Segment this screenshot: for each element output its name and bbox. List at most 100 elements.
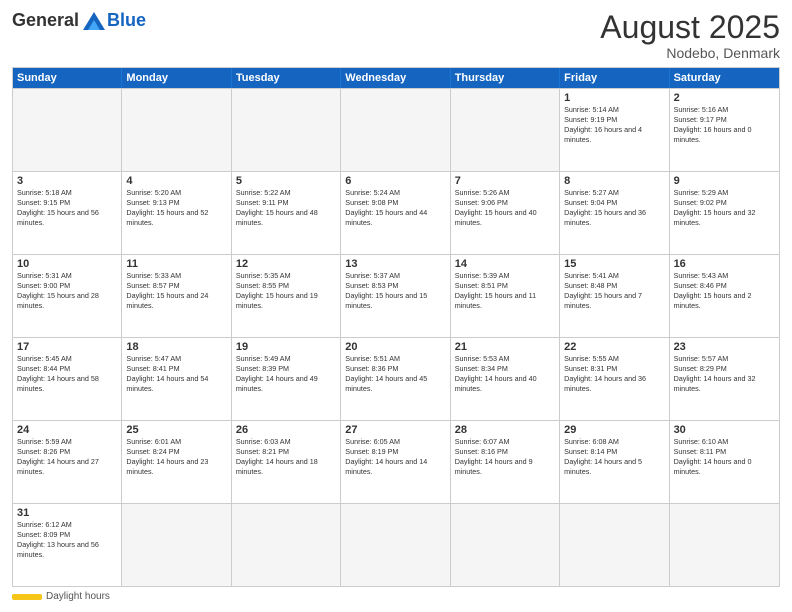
day-info: Sunrise: 5:27 AM Sunset: 9:04 PM Dayligh… xyxy=(564,188,664,228)
day-number: 28 xyxy=(455,424,555,436)
calendar-week-2: 10Sunrise: 5:31 AM Sunset: 9:00 PM Dayli… xyxy=(13,254,779,337)
day-number: 13 xyxy=(345,258,445,270)
day-number: 6 xyxy=(345,175,445,187)
day-info: Sunrise: 6:05 AM Sunset: 8:19 PM Dayligh… xyxy=(345,437,445,477)
table-row: 19Sunrise: 5:49 AM Sunset: 8:39 PM Dayli… xyxy=(232,338,341,420)
table-row: 24Sunrise: 5:59 AM Sunset: 8:26 PM Dayli… xyxy=(13,421,122,503)
day-number: 8 xyxy=(564,175,664,187)
day-info: Sunrise: 6:08 AM Sunset: 8:14 PM Dayligh… xyxy=(564,437,664,477)
table-row: 23Sunrise: 5:57 AM Sunset: 8:29 PM Dayli… xyxy=(670,338,779,420)
day-info: Sunrise: 5:39 AM Sunset: 8:51 PM Dayligh… xyxy=(455,271,555,311)
header-friday: Friday xyxy=(560,68,669,88)
day-number: 31 xyxy=(17,507,117,519)
day-number: 10 xyxy=(17,258,117,270)
day-number: 20 xyxy=(345,341,445,353)
day-number: 2 xyxy=(674,92,775,104)
table-row: 12Sunrise: 5:35 AM Sunset: 8:55 PM Dayli… xyxy=(232,255,341,337)
calendar-week-4: 24Sunrise: 5:59 AM Sunset: 8:26 PM Dayli… xyxy=(13,420,779,503)
day-number: 30 xyxy=(674,424,775,436)
table-row xyxy=(341,89,450,171)
day-number: 1 xyxy=(564,92,664,104)
day-info: Sunrise: 5:37 AM Sunset: 8:53 PM Dayligh… xyxy=(345,271,445,311)
header-thursday: Thursday xyxy=(451,68,560,88)
day-info: Sunrise: 5:31 AM Sunset: 9:00 PM Dayligh… xyxy=(17,271,117,311)
daylight-bar-icon xyxy=(12,592,42,602)
day-info: Sunrise: 5:22 AM Sunset: 9:11 PM Dayligh… xyxy=(236,188,336,228)
table-row: 10Sunrise: 5:31 AM Sunset: 9:00 PM Dayli… xyxy=(13,255,122,337)
table-row xyxy=(670,504,779,586)
day-info: Sunrise: 6:07 AM Sunset: 8:16 PM Dayligh… xyxy=(455,437,555,477)
table-row: 2Sunrise: 5:16 AM Sunset: 9:17 PM Daylig… xyxy=(670,89,779,171)
header-sunday: Sunday xyxy=(13,68,122,88)
header-tuesday: Tuesday xyxy=(232,68,341,88)
day-info: Sunrise: 5:41 AM Sunset: 8:48 PM Dayligh… xyxy=(564,271,664,311)
day-number: 23 xyxy=(674,341,775,353)
day-number: 16 xyxy=(674,258,775,270)
day-info: Sunrise: 5:24 AM Sunset: 9:08 PM Dayligh… xyxy=(345,188,445,228)
table-row: 16Sunrise: 5:43 AM Sunset: 8:46 PM Dayli… xyxy=(670,255,779,337)
table-row: 7Sunrise: 5:26 AM Sunset: 9:06 PM Daylig… xyxy=(451,172,560,254)
day-number: 15 xyxy=(564,258,664,270)
logo-blue: Blue xyxy=(107,10,146,31)
calendar-body: 1Sunrise: 5:14 AM Sunset: 9:19 PM Daylig… xyxy=(13,88,779,586)
table-row: 5Sunrise: 5:22 AM Sunset: 9:11 PM Daylig… xyxy=(232,172,341,254)
daylight-hours-label: Daylight hours xyxy=(46,591,110,602)
day-info: Sunrise: 5:14 AM Sunset: 9:19 PM Dayligh… xyxy=(564,105,664,145)
day-number: 24 xyxy=(17,424,117,436)
day-info: Sunrise: 5:45 AM Sunset: 8:44 PM Dayligh… xyxy=(17,354,117,394)
day-number: 18 xyxy=(126,341,226,353)
table-row xyxy=(560,504,669,586)
day-number: 3 xyxy=(17,175,117,187)
table-row xyxy=(451,504,560,586)
title-area: August 2025 Nodebo, Denmark xyxy=(600,10,780,61)
logo-icon xyxy=(83,12,105,30)
calendar-header: Sunday Monday Tuesday Wednesday Thursday… xyxy=(13,68,779,88)
day-info: Sunrise: 5:18 AM Sunset: 9:15 PM Dayligh… xyxy=(17,188,117,228)
table-row: 15Sunrise: 5:41 AM Sunset: 8:48 PM Dayli… xyxy=(560,255,669,337)
day-info: Sunrise: 5:57 AM Sunset: 8:29 PM Dayligh… xyxy=(674,354,775,394)
day-info: Sunrise: 5:59 AM Sunset: 8:26 PM Dayligh… xyxy=(17,437,117,477)
day-number: 17 xyxy=(17,341,117,353)
day-info: Sunrise: 5:43 AM Sunset: 8:46 PM Dayligh… xyxy=(674,271,775,311)
day-number: 14 xyxy=(455,258,555,270)
table-row: 13Sunrise: 5:37 AM Sunset: 8:53 PM Dayli… xyxy=(341,255,450,337)
calendar-week-1: 3Sunrise: 5:18 AM Sunset: 9:15 PM Daylig… xyxy=(13,171,779,254)
location-title: Nodebo, Denmark xyxy=(600,45,780,61)
table-row xyxy=(232,89,341,171)
day-info: Sunrise: 5:20 AM Sunset: 9:13 PM Dayligh… xyxy=(126,188,226,228)
header-saturday: Saturday xyxy=(670,68,779,88)
header-wednesday: Wednesday xyxy=(341,68,450,88)
table-row xyxy=(232,504,341,586)
table-row xyxy=(122,89,231,171)
table-row: 8Sunrise: 5:27 AM Sunset: 9:04 PM Daylig… xyxy=(560,172,669,254)
day-info: Sunrise: 5:49 AM Sunset: 8:39 PM Dayligh… xyxy=(236,354,336,394)
day-number: 12 xyxy=(236,258,336,270)
table-row: 22Sunrise: 5:55 AM Sunset: 8:31 PM Dayli… xyxy=(560,338,669,420)
table-row: 29Sunrise: 6:08 AM Sunset: 8:14 PM Dayli… xyxy=(560,421,669,503)
day-number: 21 xyxy=(455,341,555,353)
table-row: 11Sunrise: 5:33 AM Sunset: 8:57 PM Dayli… xyxy=(122,255,231,337)
legend-area: Daylight hours xyxy=(12,591,780,602)
day-info: Sunrise: 5:16 AM Sunset: 9:17 PM Dayligh… xyxy=(674,105,775,145)
table-row xyxy=(451,89,560,171)
day-info: Sunrise: 5:51 AM Sunset: 8:36 PM Dayligh… xyxy=(345,354,445,394)
table-row: 25Sunrise: 6:01 AM Sunset: 8:24 PM Dayli… xyxy=(122,421,231,503)
day-info: Sunrise: 5:53 AM Sunset: 8:34 PM Dayligh… xyxy=(455,354,555,394)
calendar-week-3: 17Sunrise: 5:45 AM Sunset: 8:44 PM Dayli… xyxy=(13,337,779,420)
table-row: 14Sunrise: 5:39 AM Sunset: 8:51 PM Dayli… xyxy=(451,255,560,337)
day-info: Sunrise: 5:29 AM Sunset: 9:02 PM Dayligh… xyxy=(674,188,775,228)
day-info: Sunrise: 6:10 AM Sunset: 8:11 PM Dayligh… xyxy=(674,437,775,477)
day-number: 5 xyxy=(236,175,336,187)
day-info: Sunrise: 5:26 AM Sunset: 9:06 PM Dayligh… xyxy=(455,188,555,228)
table-row xyxy=(122,504,231,586)
calendar-week-0: 1Sunrise: 5:14 AM Sunset: 9:19 PM Daylig… xyxy=(13,88,779,171)
day-number: 9 xyxy=(674,175,775,187)
month-title: August 2025 xyxy=(600,10,780,45)
table-row: 3Sunrise: 5:18 AM Sunset: 9:15 PM Daylig… xyxy=(13,172,122,254)
day-number: 7 xyxy=(455,175,555,187)
day-number: 11 xyxy=(126,258,226,270)
day-number: 25 xyxy=(126,424,226,436)
table-row: 9Sunrise: 5:29 AM Sunset: 9:02 PM Daylig… xyxy=(670,172,779,254)
logo-area: General Blue xyxy=(12,10,146,31)
logo: General Blue xyxy=(12,10,146,31)
